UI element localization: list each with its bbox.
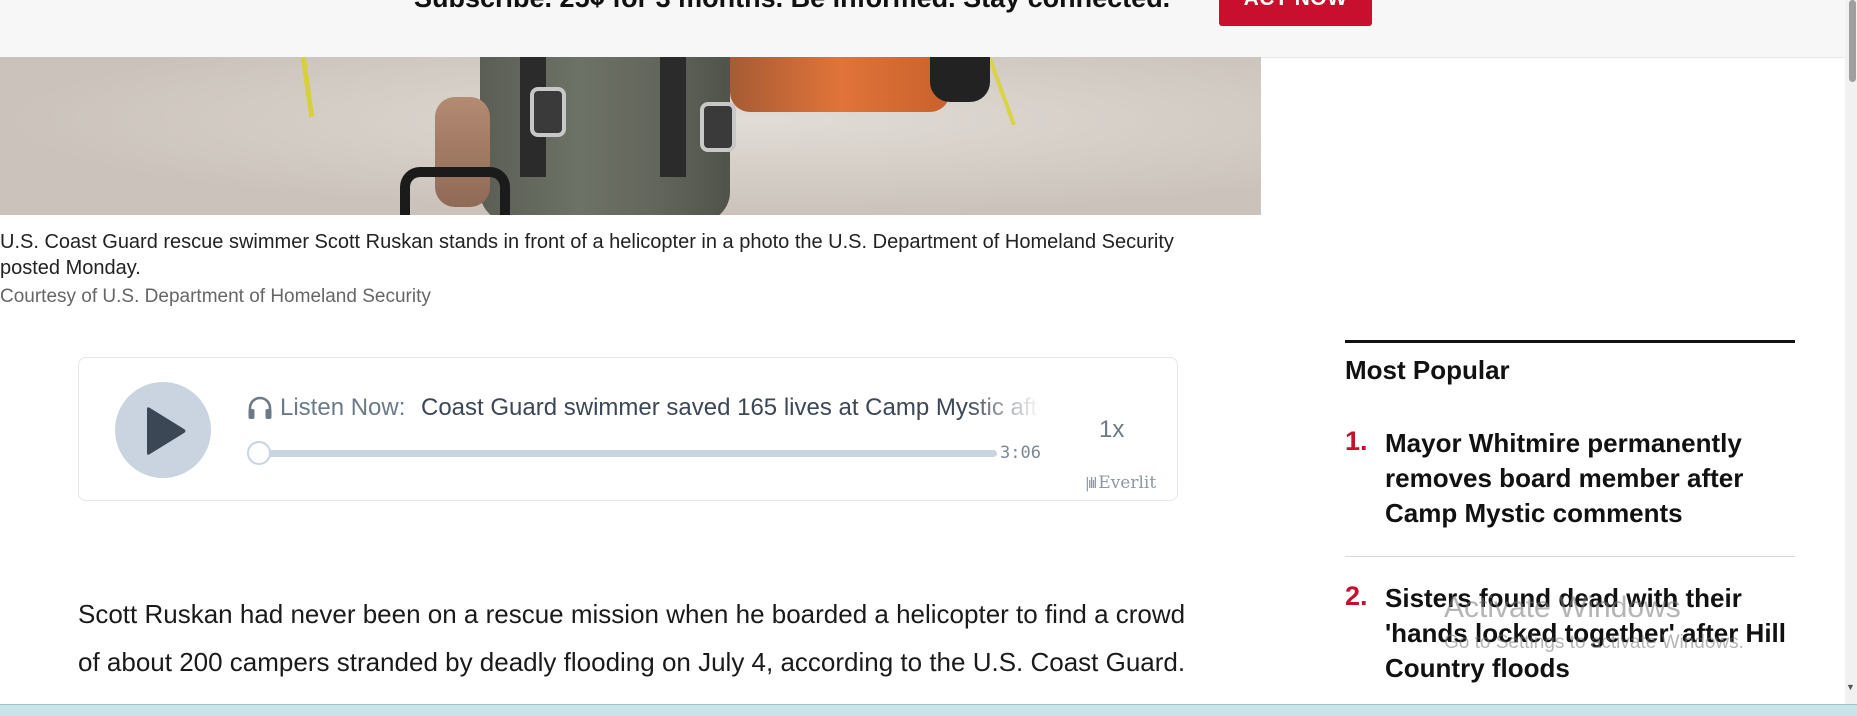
audio-duration: 3:06: [1000, 443, 1041, 463]
headphones-icon: [248, 396, 272, 419]
subscribe-bar: Subscribe. 25¢ for 3 months. Be informed…: [0, 0, 1845, 58]
subscribe-button[interactable]: ACT NOW: [1219, 0, 1372, 26]
most-popular-heading: Most Popular: [1345, 355, 1510, 385]
article-paragraph: Scott Ruskan had never been on a rescue …: [78, 599, 1186, 677]
everlit-brand-label: Everlit: [1098, 473, 1157, 493]
audio-player: Listen Now: Coast Guard swimmer saved 16…: [78, 357, 1178, 501]
play-button[interactable]: [115, 382, 211, 478]
taskbar: [0, 704, 1857, 716]
playback-speed-button[interactable]: 1x: [1099, 416, 1124, 444]
photo-credit: Courtesy of U.S. Department of Homeland …: [0, 286, 431, 307]
most-popular-divider: [1345, 556, 1795, 557]
scroll-down-arrow-icon[interactable]: ▼: [1846, 682, 1856, 692]
audio-progress-track[interactable]: [259, 450, 997, 457]
most-popular-rule: [1345, 340, 1795, 343]
scrollbar-thumb[interactable]: [1849, 0, 1856, 82]
photo-caption: U.S. Coast Guard rescue swimmer Scott Ru…: [0, 231, 1174, 279]
audio-progress-knob[interactable]: [247, 441, 271, 465]
subscribe-text: Subscribe. 25¢ for 3 months. Be informed…: [414, 0, 1170, 14]
article-photo: [0, 57, 1261, 215]
page-scrollbar[interactable]: [1845, 0, 1857, 715]
listen-now-label: Listen Now:: [280, 394, 406, 421]
audio-title: Coast Guard swimmer saved 165 lives at C…: [421, 394, 1041, 421]
most-popular-rank: 2.: [1345, 581, 1368, 611]
play-icon: [147, 407, 186, 455]
activate-windows-hint: Go to Settings to activate Windows.: [1444, 632, 1744, 653]
everlit-brand[interactable]: |ılıl Everlit: [1085, 473, 1156, 493]
everlit-logo-icon: |ılıl: [1085, 476, 1097, 492]
activate-windows-title: Activate Windows: [1444, 591, 1681, 624]
most-popular-rank: 1.: [1345, 426, 1368, 456]
most-popular-link[interactable]: Mayor Whitmire permanently removes board…: [1385, 426, 1795, 531]
